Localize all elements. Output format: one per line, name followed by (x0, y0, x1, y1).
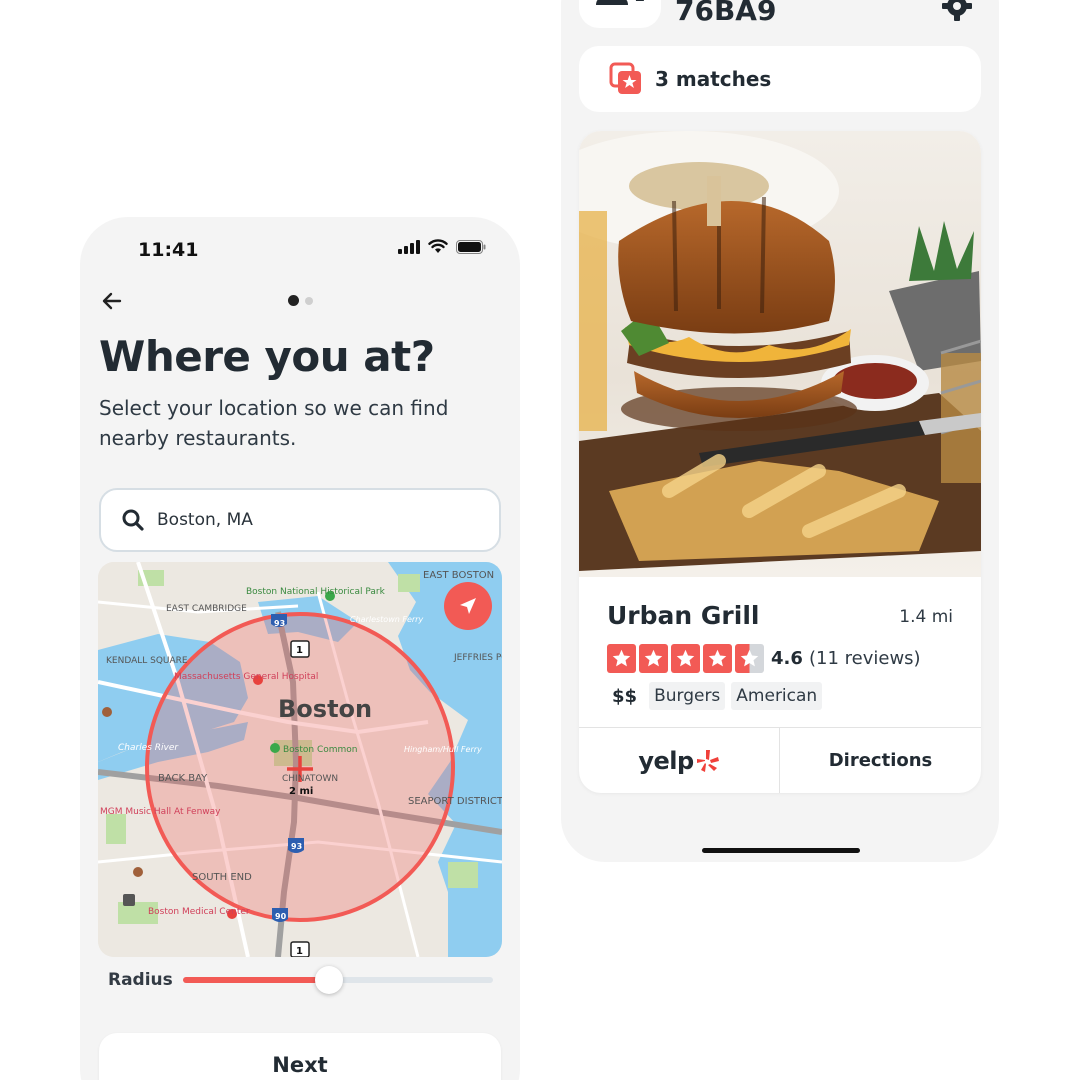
cuisine-tag: American (731, 682, 823, 710)
shield-label: 93 (291, 842, 302, 851)
map-label: Boston Common (283, 745, 358, 755)
radius-slider-fill (183, 977, 329, 983)
group-count: 2 (635, 0, 645, 5)
poi-icon (102, 707, 112, 717)
matches-screen: 2 76BA9 3 matches (561, 0, 999, 862)
matches-bar[interactable]: 3 matches (579, 46, 981, 112)
price-level: $$ (612, 685, 638, 707)
star-icon (671, 644, 700, 673)
map-label: EAST CAMBRIDGE (166, 604, 247, 614)
radius-slider-thumb[interactable] (314, 966, 343, 994)
rating-value: 4.6 (771, 648, 803, 669)
map-label: EAST BOSTON (423, 570, 494, 581)
yelp-burst-icon (696, 749, 719, 772)
gear-icon[interactable] (941, 0, 973, 22)
page-subtitle: Select your location so we can find near… (99, 396, 449, 450)
group-members-pill[interactable]: 2 (579, 0, 661, 28)
map-label: SEAPORT DISTRICT (408, 796, 502, 807)
map-label: MGM Music Hall At Fenway (100, 807, 221, 817)
half-star-icon (735, 644, 764, 673)
search-icon (122, 509, 144, 531)
shield-label: 90 (275, 912, 287, 921)
page-indicator (288, 295, 313, 306)
map-label: CHINATOWN (282, 774, 338, 784)
transit-icon (123, 894, 135, 906)
shield-label: 1 (296, 946, 303, 957)
restaurant-distance: 1.4 mi (899, 607, 953, 627)
matches-stack-icon (609, 62, 641, 94)
room-code: 76BA9 (675, 0, 777, 27)
star-icon (639, 644, 668, 673)
star-icon (703, 644, 732, 673)
radius-slider[interactable] (183, 966, 493, 994)
park-icon (270, 743, 280, 753)
map-label: SOUTH END (192, 872, 252, 883)
poi-icon (133, 867, 143, 877)
park (398, 574, 420, 592)
search-input[interactable] (157, 510, 457, 530)
restaurant-name: Urban Grill (607, 601, 760, 630)
status-icons (398, 239, 486, 254)
wifi-icon (428, 239, 448, 253)
page-title: Where you at? (99, 332, 435, 381)
status-time: 11:41 (138, 239, 199, 261)
restaurant-tags: $$ Burgers American (607, 682, 823, 710)
map-label: Massachusetts General Hospital (174, 672, 318, 682)
shield-label: 93 (274, 619, 285, 628)
review-count: (11 reviews) (809, 648, 921, 669)
page-dot-inactive (305, 297, 313, 305)
signal-icon (398, 239, 420, 254)
next-button[interactable]: Next (99, 1033, 501, 1080)
radius-marker-label: 2 mi (289, 786, 313, 797)
star-icon (607, 644, 636, 673)
radius-label: Radius (108, 970, 173, 990)
restaurant-card[interactable]: Urban Grill 1.4 mi 4.6 (11 reviews) $$ B… (579, 131, 981, 793)
cuisine-tag: Burgers (649, 682, 726, 710)
battery-icon (456, 239, 486, 254)
map-label: JEFFRIES POINT (453, 653, 502, 663)
map-label: Hingham/Hull Ferry (404, 745, 482, 754)
park (106, 814, 126, 844)
location-map[interactable]: EAST BOSTON Boston National Historical P… (98, 562, 502, 957)
directions-button[interactable]: Directions (780, 728, 981, 793)
map-label: Charles River (118, 743, 179, 753)
back-arrow-icon[interactable] (100, 289, 124, 313)
map-canvas: EAST BOSTON Boston National Historical P… (98, 562, 502, 957)
matches-label: 3 matches (655, 67, 772, 91)
page-dot-active (288, 295, 299, 306)
location-screen: 11:41 Where you at? Select your location… (80, 217, 520, 1080)
navigation-arrow-icon (460, 598, 476, 614)
yelp-logo-text: yelp (638, 746, 694, 775)
map-label: KENDALL SQUARE (106, 656, 188, 666)
map-label: Boston National Historical Park (246, 587, 386, 597)
shield-label: 1 (296, 645, 303, 656)
yelp-button[interactable]: yelp (579, 728, 779, 793)
map-label: Charlestown Ferry (350, 615, 423, 624)
group-icon (595, 0, 628, 5)
locate-me-button[interactable] (444, 582, 492, 630)
map-label: BACK BAY (158, 773, 208, 784)
restaurant-photo (579, 131, 981, 577)
map-city-label: Boston (278, 695, 372, 723)
map-label: Boston Medical Center (148, 907, 250, 917)
park (448, 862, 478, 888)
search-box[interactable] (99, 488, 501, 552)
star-rating (607, 644, 764, 673)
home-indicator (702, 848, 860, 853)
